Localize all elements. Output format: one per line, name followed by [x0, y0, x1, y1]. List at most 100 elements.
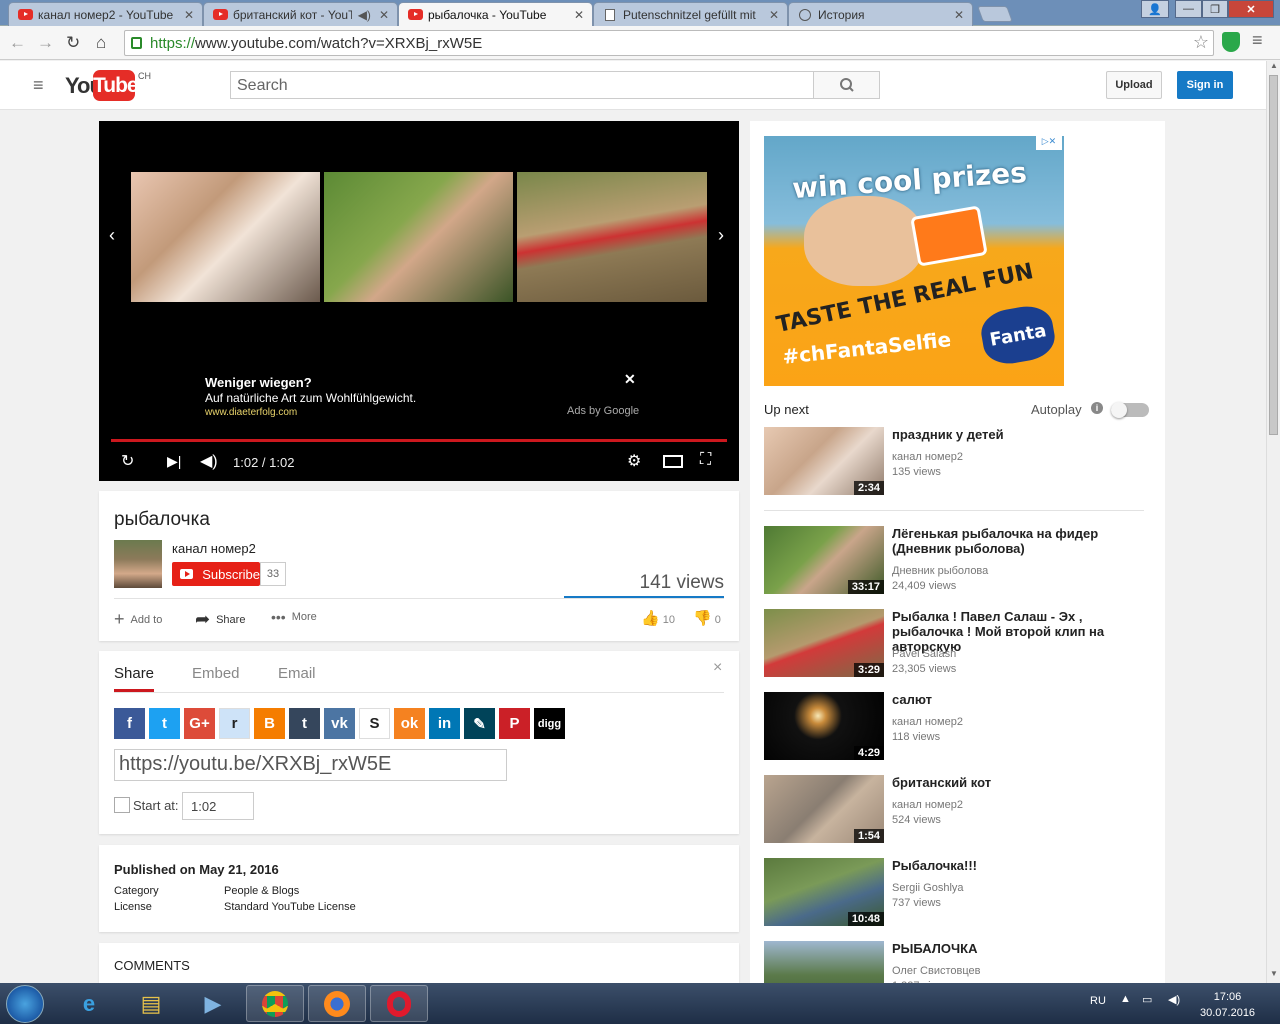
dislike-button[interactable]: 👎 0: [693, 609, 721, 627]
scroll-down-icon[interactable]: ▼: [1270, 969, 1278, 978]
vk-icon[interactable]: vk: [324, 708, 355, 739]
reddit-icon[interactable]: r: [219, 708, 250, 739]
suggestion-thumbnail[interactable]: [131, 172, 320, 302]
replay-icon[interactable]: ↻: [121, 451, 134, 471]
back-icon[interactable]: ←: [9, 33, 26, 53]
subscribe-button[interactable]: Subscribe: [172, 562, 260, 586]
sign-in-button[interactable]: Sign in: [1177, 71, 1233, 99]
video-player[interactable]: ‹ › Weniger wiegen? Auf natürliche Art z…: [99, 121, 739, 481]
tab-embed[interactable]: Embed: [192, 665, 240, 682]
window-close-button[interactable]: ✕: [1228, 0, 1274, 18]
video-title[interactable]: Лёгенькая рыбалочка на фидер (Дневник ры…: [892, 526, 1154, 556]
browser-tab-3-active[interactable]: рыбалочка - YouTube ✕: [398, 2, 593, 26]
next-icon[interactable]: ▶|: [167, 453, 181, 470]
video-thumbnail[interactable]: 3:29: [764, 609, 884, 677]
close-icon[interactable]: ✕: [379, 8, 389, 22]
theater-mode-icon[interactable]: [663, 455, 683, 468]
scrollbar-thumb[interactable]: [1269, 75, 1278, 435]
suggestion-thumbnail[interactable]: [517, 172, 707, 302]
chrome-icon[interactable]: [246, 985, 304, 1022]
video-thumbnail[interactable]: 2:34: [764, 427, 884, 495]
like-button[interactable]: 👍 10: [641, 609, 675, 627]
category-value[interactable]: People & Blogs: [224, 885, 299, 897]
show-hidden-icons[interactable]: ▲: [1120, 993, 1131, 1005]
volume-tray-icon[interactable]: ◀): [1168, 993, 1180, 1006]
address-bar[interactable]: https:// www.youtube.com/watch?v=XRXBj_r…: [124, 30, 1214, 56]
info-icon[interactable]: i: [1091, 402, 1103, 414]
related-video-item[interactable]: 1:54 британский кот канал номер2 524 views: [764, 775, 1154, 845]
add-to-button[interactable]: + Add to: [114, 609, 162, 630]
minimize-button[interactable]: —: [1175, 0, 1202, 18]
adchoices-icon[interactable]: ▷✕: [1036, 136, 1062, 150]
overlay-ad-title[interactable]: Weniger wiegen?: [205, 375, 312, 390]
tab-email[interactable]: Email: [278, 665, 316, 682]
stumbleupon-icon[interactable]: S: [359, 708, 390, 739]
fullscreen-icon[interactable]: ⛶: [700, 451, 711, 469]
firefox-icon[interactable]: [308, 985, 366, 1022]
close-icon[interactable]: ✕: [769, 8, 779, 22]
video-title[interactable]: британский кот: [892, 775, 1154, 790]
browser-tab-2[interactable]: британский кот - YouTube ◀) ✕: [203, 2, 398, 26]
tab-share[interactable]: Share: [114, 665, 154, 682]
ads-by-google[interactable]: Ads by Google: [567, 405, 639, 417]
related-video-item[interactable]: 3:29 Рыбалка ! Павел Салаш - Эх , рыбалоч…: [764, 609, 1154, 679]
audio-icon[interactable]: ◀): [358, 8, 371, 22]
youtube-logo-tube[interactable]: Tube: [93, 70, 139, 101]
reload-icon[interactable]: ↻: [66, 33, 80, 53]
bookmark-star-icon[interactable]: ☆: [1193, 32, 1209, 53]
settings-gear-icon[interactable]: ⚙: [627, 451, 641, 471]
pinterest-icon[interactable]: P: [499, 708, 530, 739]
tumblr-icon[interactable]: t: [289, 708, 320, 739]
scroll-up-icon[interactable]: ▲: [1270, 61, 1278, 70]
channel-name[interactable]: канал номер2: [172, 541, 256, 556]
system-clock[interactable]: 17:06 30.07.2016: [1200, 989, 1255, 1021]
media-player-icon[interactable]: ▶: [184, 985, 242, 1022]
start-button[interactable]: [6, 985, 44, 1023]
menu-icon[interactable]: ≡: [1252, 30, 1263, 51]
browser-tab-1[interactable]: канал номер2 - YouTube ✕: [8, 2, 203, 26]
progress-bar[interactable]: [111, 439, 727, 442]
close-icon[interactable]: ✕: [954, 8, 964, 22]
browser-tab-4[interactable]: Putenschnitzel gefüllt mit ✕: [593, 2, 788, 26]
google-plus-icon[interactable]: G+: [184, 708, 215, 739]
upload-button[interactable]: Upload: [1106, 71, 1162, 99]
page-scrollbar[interactable]: ▲ ▼: [1266, 61, 1280, 983]
more-button[interactable]: ••• More: [271, 609, 317, 625]
channel-avatar[interactable]: [114, 540, 162, 588]
livejournal-icon[interactable]: ✎: [464, 708, 495, 739]
search-input[interactable]: Search: [230, 71, 814, 99]
digg-icon[interactable]: digg: [534, 708, 565, 739]
close-share-icon[interactable]: ×: [713, 659, 722, 677]
video-thumbnail[interactable]: 4:29: [764, 692, 884, 760]
video-title[interactable]: праздник у детей: [892, 427, 1154, 442]
related-video-item[interactable]: 33:17 Лёгенькая рыбалочка на фидер (Дневн…: [764, 526, 1154, 596]
related-video-item[interactable]: 2:34 праздник у детей канал номер2 135 view…: [764, 427, 1154, 497]
suggestion-thumbnail[interactable]: [324, 172, 513, 302]
blogger-icon[interactable]: B: [254, 708, 285, 739]
linkedin-icon[interactable]: in: [429, 708, 460, 739]
file-explorer-icon[interactable]: ▤: [122, 985, 180, 1022]
video-title[interactable]: РЫБАЛОЧКА: [892, 941, 1154, 956]
twitter-icon[interactable]: t: [149, 708, 180, 739]
start-at-input[interactable]: 1:02: [182, 792, 254, 820]
overlay-ad-close-icon[interactable]: ✕: [624, 371, 636, 388]
user-icon[interactable]: 👤: [1141, 0, 1169, 18]
volume-icon[interactable]: ◀): [200, 451, 218, 471]
overlay-ad-url[interactable]: www.diaeterfolg.com: [205, 407, 297, 418]
video-thumbnail[interactable]: 10:48: [764, 858, 884, 926]
facebook-icon[interactable]: f: [114, 708, 145, 739]
browser-tab-5[interactable]: История ✕: [788, 2, 973, 26]
odnoklassniki-icon[interactable]: ok: [394, 708, 425, 739]
search-button[interactable]: [813, 71, 880, 99]
related-video-item[interactable]: 10:48 Рыбалочка!!! Sergii Goshlya 737 views: [764, 858, 1154, 928]
share-button[interactable]: ➦ Share: [195, 609, 245, 630]
chevron-right-icon[interactable]: ›: [718, 225, 724, 246]
internet-explorer-icon[interactable]: e: [60, 985, 118, 1022]
video-title[interactable]: салют: [892, 692, 1154, 707]
network-icon[interactable]: ▭: [1142, 993, 1152, 1006]
close-icon[interactable]: ✕: [184, 8, 194, 22]
maximize-button[interactable]: ❐: [1202, 0, 1228, 18]
guide-menu-icon[interactable]: ≡: [33, 75, 44, 96]
home-icon[interactable]: ⌂: [96, 33, 106, 53]
sidebar-ad-banner[interactable]: ▷✕ win cool prizes TASTE THE REAL FUN #c…: [764, 136, 1064, 386]
